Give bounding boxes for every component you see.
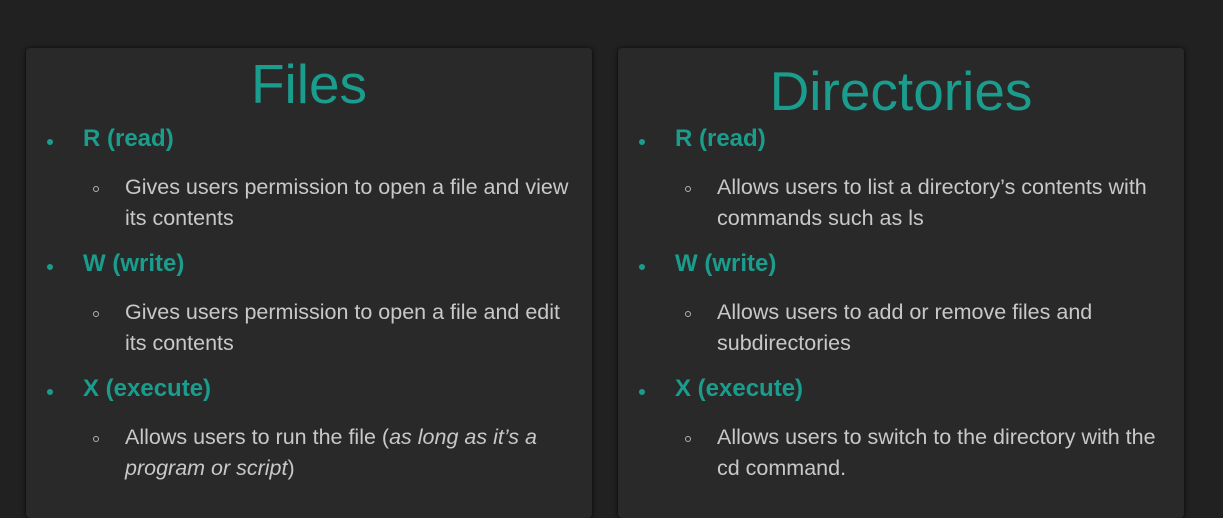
dirs-read-description: Allows users to list a directory’s conte… <box>717 175 1147 230</box>
dirs-execute-label: X (execute) <box>675 375 804 402</box>
sub-bullet-icon <box>685 311 691 317</box>
files-panel: Files R (read) Gives users permission to… <box>26 48 592 518</box>
bullet-icon <box>639 139 645 145</box>
sub-bullet-icon <box>93 436 99 442</box>
files-execute-desc-suffix: ) <box>287 456 295 480</box>
files-title: Files <box>250 53 368 115</box>
dirs-read-label: R (read) <box>675 125 766 152</box>
sub-bullet-icon <box>93 311 99 317</box>
files-execute-desc-prefix: Allows users to run the file ( <box>125 425 390 449</box>
dirs-write-description: Allows users to add or remove files and … <box>717 300 1093 355</box>
directories-title: Directories <box>769 60 1033 122</box>
files-execute-description: Allows users to run the file (as long as… <box>125 422 570 484</box>
files-execute-label: X (execute) <box>83 375 212 402</box>
dirs-execute-description: Allows users to switch to the directory … <box>717 425 1156 480</box>
directories-panel: Directories R (read) Allows users to lis… <box>618 48 1184 518</box>
files-read-label: R (read) <box>83 125 174 152</box>
bullet-icon <box>47 389 53 395</box>
files-write-description: Gives users permission to open a file an… <box>125 300 561 355</box>
bullet-icon <box>47 264 53 270</box>
sub-bullet-icon <box>93 186 99 192</box>
bullet-icon <box>639 264 645 270</box>
files-write-label: W (write) <box>83 250 185 277</box>
bullet-icon <box>47 139 53 145</box>
sub-bullet-icon <box>685 186 691 192</box>
bullet-icon <box>639 389 645 395</box>
dirs-write-label: W (write) <box>675 250 777 277</box>
files-read-description: Gives users permission to open a file an… <box>125 175 569 230</box>
sub-bullet-icon <box>685 436 691 442</box>
